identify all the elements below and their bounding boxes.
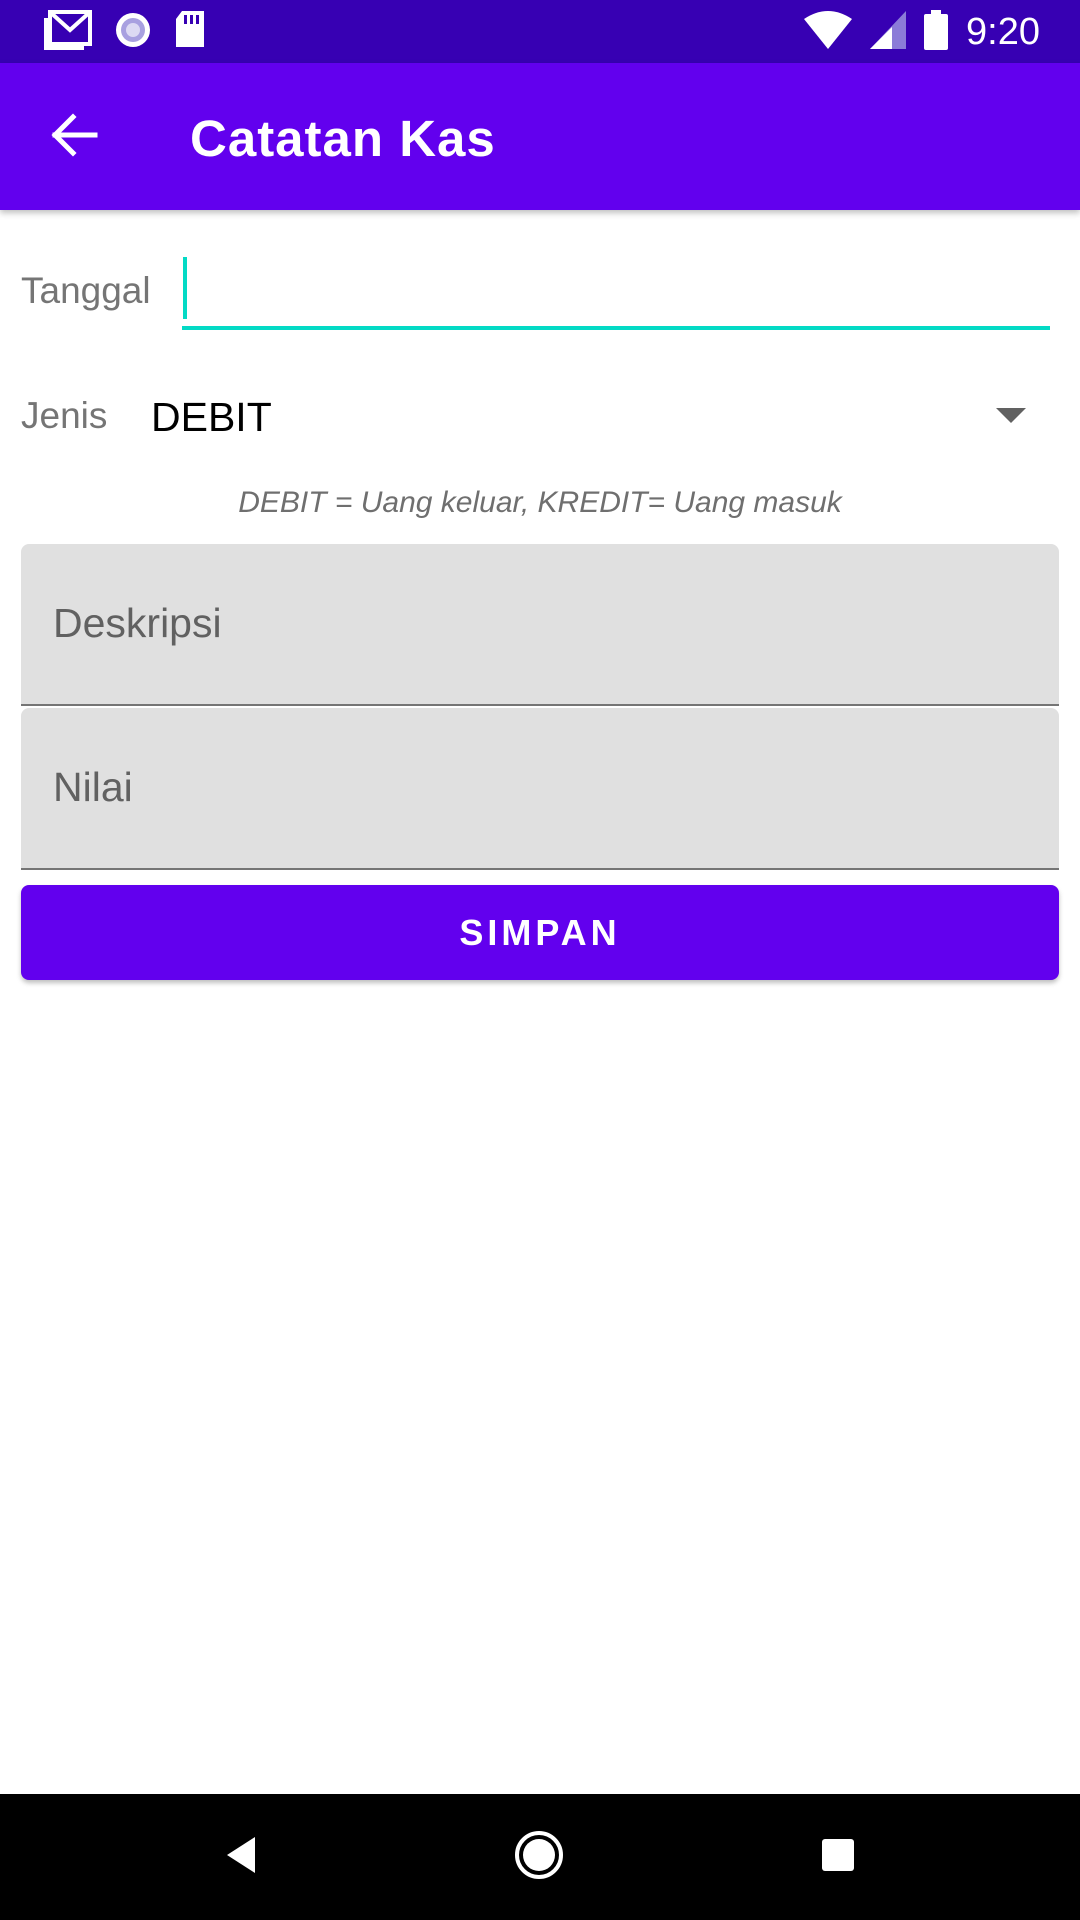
gmail-icon bbox=[44, 9, 92, 55]
navigation-bar bbox=[0, 1794, 1080, 1920]
nav-back-button[interactable] bbox=[208, 1824, 274, 1890]
sync-icon bbox=[114, 11, 152, 54]
status-right-icons: 9:20 bbox=[804, 9, 1040, 55]
nilai-field[interactable]: Nilai bbox=[21, 708, 1059, 870]
back-button[interactable] bbox=[40, 103, 108, 171]
jenis-dropdown[interactable]: DEBIT bbox=[140, 380, 1030, 452]
tanggal-input[interactable] bbox=[182, 254, 1050, 330]
nav-home-button[interactable] bbox=[506, 1824, 572, 1890]
home-nav-icon bbox=[514, 1830, 564, 1885]
nav-recents-button[interactable] bbox=[805, 1824, 871, 1890]
signal-icon bbox=[870, 10, 907, 54]
page-title: Catatan Kas bbox=[190, 110, 496, 167]
nilai-placeholder: Nilai bbox=[53, 764, 133, 810]
back-nav-icon bbox=[223, 1835, 259, 1880]
deskripsi-placeholder: Deskripsi bbox=[53, 600, 222, 646]
text-cursor bbox=[183, 257, 187, 319]
sd-card-icon bbox=[174, 10, 206, 54]
arrow-back-icon bbox=[49, 112, 99, 162]
tanggal-label: Tanggal bbox=[21, 270, 151, 311]
battery-icon bbox=[924, 9, 949, 55]
jenis-label: Jenis bbox=[21, 395, 108, 436]
recents-nav-icon bbox=[820, 1837, 856, 1878]
status-time: 9:20 bbox=[966, 10, 1040, 53]
jenis-selected-value: DEBIT bbox=[151, 394, 272, 440]
save-button[interactable]: SIMPAN bbox=[21, 885, 1059, 980]
status-bar: 9:20 bbox=[0, 0, 1080, 63]
deskripsi-field[interactable]: Deskripsi bbox=[21, 544, 1059, 706]
app-bar: Catatan Kas bbox=[0, 63, 1080, 210]
dropdown-arrow-icon bbox=[996, 408, 1026, 423]
wifi-icon bbox=[804, 10, 853, 54]
status-left-icons bbox=[44, 9, 206, 55]
jenis-hint: DEBIT = Uang keluar, KREDIT= Uang masuk bbox=[238, 486, 842, 519]
